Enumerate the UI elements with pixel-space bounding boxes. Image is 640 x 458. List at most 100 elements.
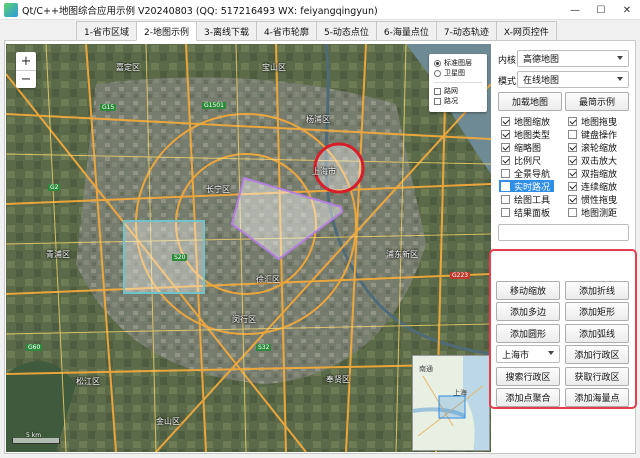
add-massive-points-button[interactable]: 添加海量点	[565, 388, 629, 407]
map-label: 金山区	[156, 417, 180, 426]
simplest-example-button[interactable]: 最简示例	[565, 92, 629, 111]
add-region-button[interactable]: 添加行政区	[565, 345, 629, 364]
city-combo[interactable]: 上海市	[496, 345, 560, 363]
check-continuous-zoom[interactable]: 连续缩放	[568, 180, 617, 193]
road-badge: G15	[100, 104, 117, 111]
overview-map[interactable]: 南通 上海	[412, 355, 490, 451]
map-label: 青浦区	[46, 250, 70, 259]
add-polygon-button[interactable]: 添加多边	[496, 302, 560, 321]
map-label: 浦东新区	[386, 250, 418, 259]
add-rectangle-button[interactable]: 添加矩形	[565, 302, 629, 321]
checkbox-icon[interactable]	[568, 142, 577, 152]
load-map-button[interactable]: 加载地图	[498, 92, 562, 111]
road-badge: G60	[26, 344, 43, 351]
radio-icon[interactable]	[434, 69, 441, 77]
app-icon	[4, 2, 18, 17]
window-controls: — ☐ ✕	[562, 0, 640, 20]
title-bar: Qt/C++地图综合应用示例 V20240803 (QQ: 517216493 …	[0, 0, 640, 20]
add-cluster-button[interactable]: 添加点聚合	[496, 388, 560, 407]
map-label: 徐汇区	[256, 275, 280, 284]
mode-label: 模式	[498, 77, 517, 87]
check-map-type[interactable]: 地图类型	[501, 128, 550, 141]
check-double-click-zoom[interactable]: 双击放大	[568, 154, 617, 167]
check-scroll-zoom[interactable]: 滚轮缩放	[568, 141, 617, 154]
add-circle-button[interactable]: 添加圆形	[496, 324, 560, 343]
map-label: 松江区	[76, 377, 100, 386]
check-draw-tools[interactable]: 绘图工具	[501, 193, 550, 206]
kernel-label: 内核	[498, 56, 517, 66]
checkbox-icon[interactable]	[501, 207, 510, 217]
tab-dynamic-points[interactable]: 5-动态点位	[315, 21, 377, 40]
check-map-zoom[interactable]: 地图缩放	[501, 115, 550, 128]
checkbox-icon[interactable]	[501, 194, 510, 204]
checkbox-icon[interactable]	[434, 97, 441, 105]
checkbox-icon[interactable]	[568, 207, 577, 217]
checkbox-icon[interactable]	[568, 168, 577, 178]
tab-offline-download[interactable]: 3-离线下载	[195, 21, 257, 40]
tab-massive-points[interactable]: 6-海量点位	[375, 21, 437, 40]
checkbox-icon[interactable]	[501, 129, 510, 139]
overlay-option-roadnet[interactable]: 路网	[434, 86, 482, 96]
map-label: 宝山区	[262, 63, 286, 72]
checkbox-icon[interactable]	[568, 129, 577, 139]
checkbox-icon[interactable]	[501, 155, 510, 165]
chevron-down-icon	[548, 351, 554, 355]
overview-label: 南通	[419, 365, 433, 373]
road-badge: G223	[450, 272, 471, 279]
move-zoom-button[interactable]: 移动缩放	[496, 281, 560, 300]
map-view[interactable]: 嘉定区 宝山区 上海市 长宁区 青浦区 闵行区 浦东新区 奉贤区 松江区 金山区…	[6, 44, 491, 452]
checkbox-icon[interactable]	[568, 155, 577, 165]
tab-dynamic-track[interactable]: 7-动态轨迹	[435, 21, 497, 40]
chevron-down-icon	[617, 56, 623, 60]
checkbox-icon[interactable]	[568, 194, 577, 204]
checkbox-icon[interactable]	[568, 116, 577, 126]
drawn-rectangle[interactable]	[123, 220, 205, 294]
overlay-option-traffic[interactable]: 路况	[434, 96, 482, 106]
add-polyline-button[interactable]: 添加折线	[565, 281, 629, 300]
check-distance-measure[interactable]: 地图测距	[568, 206, 617, 219]
search-region-button[interactable]: 搜索行政区	[496, 367, 560, 386]
check-result-panel[interactable]: 结果面板	[501, 206, 550, 219]
zoom-in-button[interactable]: +	[16, 52, 36, 70]
minimize-button[interactable]: —	[562, 0, 588, 20]
tab-province-region[interactable]: 1-省市区域	[76, 21, 137, 40]
chevron-down-icon	[617, 77, 623, 81]
zoom-control: + −	[16, 52, 36, 88]
layer-option-satellite[interactable]: 卫星图	[434, 68, 482, 78]
tab-web-control[interactable]: X-网页控件	[495, 21, 557, 40]
add-arc-button[interactable]: 添加弧线	[565, 324, 629, 343]
tab-province-outline[interactable]: 4-省市轮廓	[255, 21, 317, 40]
mode-combo[interactable]: 在线地图	[517, 71, 629, 88]
check-inertia-drag[interactable]: 惯性拖曳	[568, 193, 617, 206]
check-scale[interactable]: 比例尺	[501, 154, 541, 167]
map-label: 奉贤区	[326, 375, 350, 384]
check-panorama[interactable]: 全景导航	[501, 167, 550, 180]
scale-text: 5 km	[26, 432, 42, 439]
close-button[interactable]: ✕	[614, 0, 640, 20]
map-label: 闵行区	[232, 315, 256, 324]
checkbox-icon[interactable]	[434, 87, 441, 95]
checkbox-icon[interactable]	[501, 116, 510, 126]
checkbox-icon[interactable]	[501, 181, 510, 191]
layer-option-standard[interactable]: 标准图层	[434, 58, 482, 68]
maximize-button[interactable]: ☐	[588, 0, 614, 20]
check-map-drag[interactable]: 地图拖曳	[568, 115, 617, 128]
zoom-out-button[interactable]: −	[16, 70, 36, 88]
road-badge: G2	[48, 184, 61, 191]
layer-switcher: 标准图层 卫星图 路网 路况	[429, 54, 487, 112]
result-text-field[interactable]	[498, 224, 629, 241]
map-label: 长宁区	[206, 185, 230, 194]
checkbox-icon[interactable]	[501, 168, 510, 178]
check-keyboard[interactable]: 键盘操作	[568, 128, 617, 141]
kernel-combo[interactable]: 高德地图	[517, 50, 629, 67]
radio-icon[interactable]	[434, 59, 441, 67]
checkbox-icon[interactable]	[501, 142, 510, 152]
get-region-button[interactable]: 获取行政区	[565, 367, 629, 386]
overview-label: 上海	[453, 389, 467, 397]
check-thumbnail[interactable]: 缩略图	[501, 141, 541, 154]
check-pinch-zoom[interactable]: 双指缩放	[568, 167, 617, 180]
map-label: 杨浦区	[306, 115, 330, 124]
check-traffic[interactable]: 实时路况	[499, 180, 555, 193]
checkbox-icon[interactable]	[568, 181, 577, 191]
tab-map-example[interactable]: 2-地图示例	[135, 21, 197, 41]
